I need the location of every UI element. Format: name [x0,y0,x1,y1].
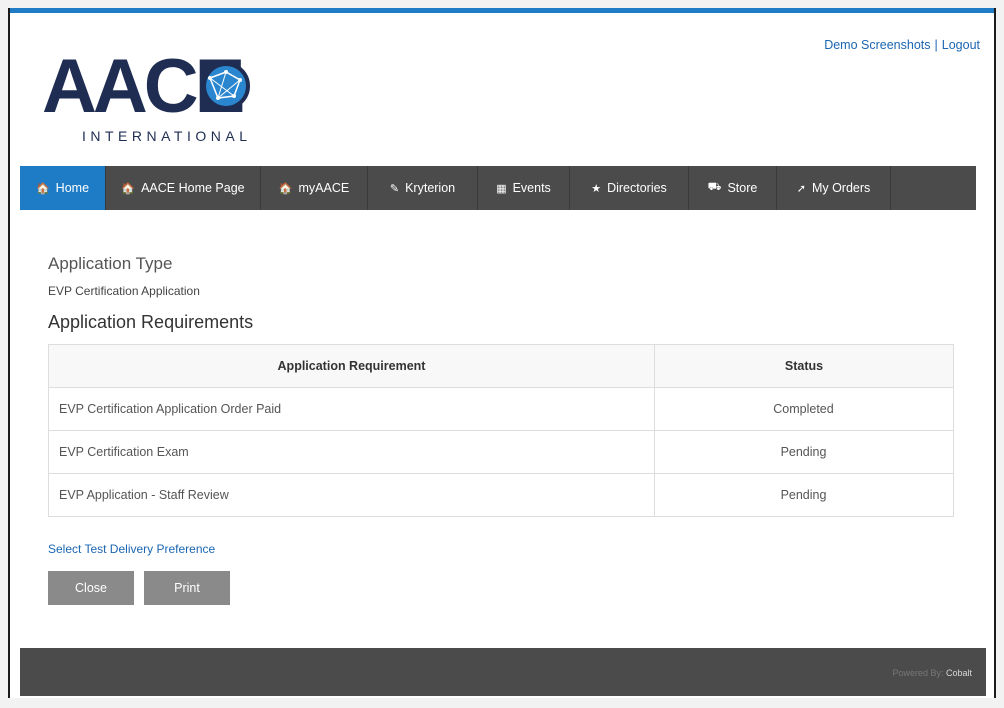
requirements-table: Application Requirement Status EVP Certi… [48,344,954,517]
powered-by-label: Powered By: [892,668,944,678]
edit-icon: ✎ [389,182,400,195]
nav-store[interactable]: ⛟ Store [689,166,777,210]
main-navbar: 🏠 Home 🏠 AACE Home Page 🏠 myAACE ✎ Kryte… [20,166,976,210]
application-requirements-heading: Application Requirements [48,312,254,332]
nav-label: My Orders [811,181,871,195]
nav-directories[interactable]: ★ Directories [570,166,689,210]
nav-label: Kryterion [405,181,456,195]
page-frame: Demo Screenshots | Logout AACE INTERNATION… [8,8,996,698]
nav-home[interactable]: 🏠 Home [20,166,106,210]
column-header-requirement: Application Requirement [48,344,655,388]
logout-link[interactable]: Logout [942,38,980,52]
nav-myaace[interactable]: 🏠 myAACE [261,166,368,210]
pin-icon: ➚ [796,182,806,195]
close-button[interactable]: Close [48,571,134,605]
requirement-cell: EVP Certification Application Order Paid [48,387,655,431]
home-icon: 🏠 [35,182,50,195]
status-cell: Pending [654,430,954,474]
cobalt-brand-link[interactable]: Cobalt [946,668,972,678]
requirement-cell: EVP Certification Exam [48,430,655,474]
nav-label: AACE Home Page [141,181,245,195]
column-header-status: Status [654,344,954,388]
action-buttons: Close Print [48,571,958,605]
powered-by-text: Powered By: Cobalt [892,668,972,678]
home-icon: 🏠 [121,182,136,195]
nav-my-orders[interactable]: ➚ My Orders [777,166,891,210]
cart-icon: ⛟ [707,181,722,193]
application-type-heading: Application Type [48,254,173,273]
top-accent-bar [10,8,994,13]
table-row: EVP Certification Application Order Paid… [48,387,954,431]
globe-icon [202,62,250,110]
home-icon: 🏠 [278,182,293,195]
header-links: Demo Screenshots | Logout [824,38,980,52]
table-row: EVP Certification Exam Pending [48,430,954,474]
main-content: Application Type EVP Certification Appli… [48,254,958,605]
logo-wordmark: AACE [42,46,250,126]
star-icon: ★ [591,182,602,195]
nav-kryterion[interactable]: ✎ Kryterion [368,166,478,210]
nav-label: Directories [607,181,667,195]
nav-aace-home-page[interactable]: 🏠 AACE Home Page [106,166,261,210]
calendar-icon: ▦ [496,182,507,195]
status-cell: Pending [654,473,954,517]
footer: Powered By: Cobalt [20,648,986,696]
nav-label: Store [727,181,758,195]
select-test-delivery-preference-link[interactable]: Select Test Delivery Preference [48,542,215,556]
header-link-separator: | [934,38,938,52]
requirement-cell: EVP Application - Staff Review [48,473,655,517]
print-button[interactable]: Print [144,571,230,605]
logo-subtitle: INTERNATIONAL [82,128,252,144]
nav-label: myAACE [298,181,350,195]
nav-label: Events [512,181,551,195]
demo-screenshots-link[interactable]: Demo Screenshots [824,38,930,52]
status-cell: Completed [654,387,954,431]
nav-label: Home [55,181,90,195]
nav-events[interactable]: ▦ Events [478,166,570,210]
application-type-value: EVP Certification Application [48,284,200,298]
table-header-row: Application Requirement Status [48,344,954,388]
table-row: EVP Application - Staff Review Pending [48,473,954,517]
aace-logo[interactable]: AACE INTERNATIONAL [40,46,300,156]
